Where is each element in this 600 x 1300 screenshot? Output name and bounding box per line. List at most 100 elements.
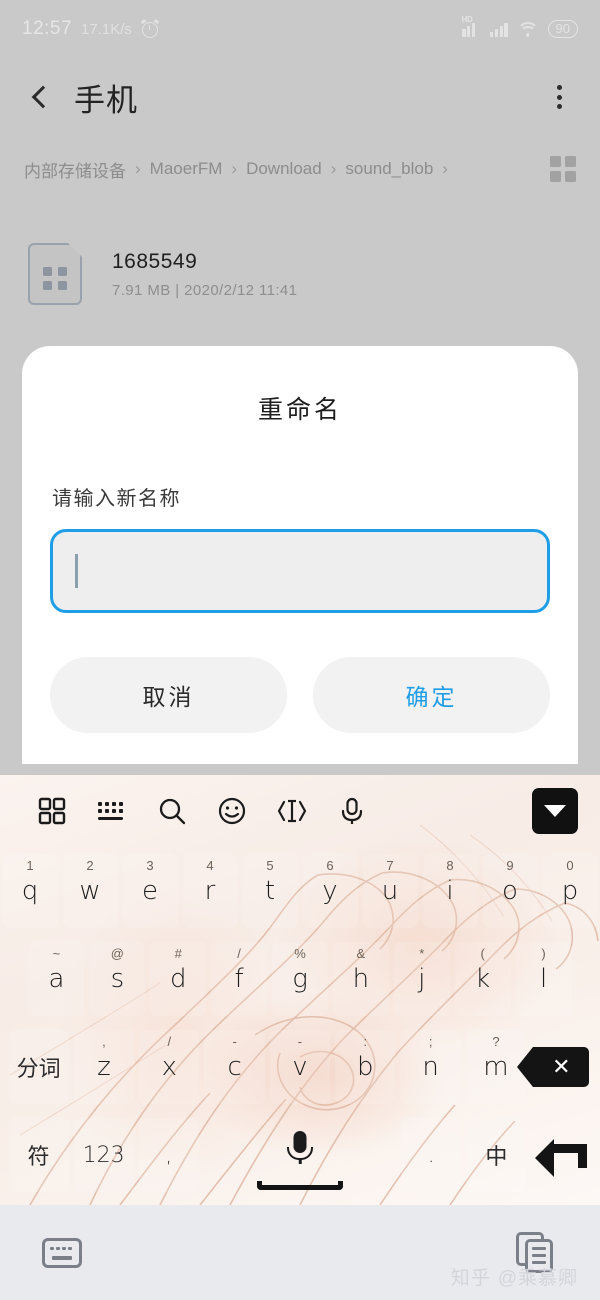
key-w[interactable]: 2w — [62, 854, 118, 928]
key-s[interactable]: @ s — [89, 942, 146, 1016]
key-label: h — [352, 964, 370, 994]
key-o[interactable]: 9o — [482, 854, 538, 928]
key-sup: 8 — [446, 858, 454, 873]
key-u[interactable]: 7u — [362, 854, 418, 928]
keyboard-row-4: 符 123 , . 中 — [0, 1111, 600, 1199]
key-j[interactable]: * j — [393, 942, 450, 1016]
key-h[interactable]: & h — [332, 942, 389, 1016]
key-comma[interactable]: , — [138, 1118, 199, 1192]
breadcrumb-segment-3[interactable]: sound_blob — [345, 159, 433, 179]
key-label: y — [322, 876, 338, 906]
key-r[interactable]: 4r — [182, 854, 238, 928]
number-key[interactable]: 123 — [73, 1118, 134, 1192]
key-label: . — [428, 1143, 435, 1167]
key-n[interactable]: ; n — [400, 1030, 461, 1104]
key-l[interactable]: ) l — [515, 942, 572, 1016]
keyboard-toggle-icon[interactable] — [42, 1237, 82, 1268]
key-sup: * — [419, 946, 425, 961]
cursor-move-icon[interactable] — [262, 786, 322, 836]
key-label: e — [142, 876, 158, 906]
dialog-actions: 取消 确定 — [50, 657, 550, 733]
key-period[interactable]: . — [401, 1118, 462, 1192]
key-label: k — [475, 964, 491, 994]
segment-word-key[interactable]: 分词 — [8, 1030, 69, 1104]
grid-view-icon[interactable] — [550, 156, 576, 182]
key-f[interactable]: / f — [211, 942, 268, 1016]
key-sup: 4 — [206, 858, 214, 873]
key-label: s — [110, 964, 125, 994]
language-toggle-key[interactable]: 中 — [466, 1118, 527, 1192]
more-vertical-icon[interactable] — [544, 82, 574, 112]
key-k[interactable]: (k — [454, 942, 511, 1016]
keyboard-row-3: 分词 ,z / x -c -v :b ; n ? m ✕ — [0, 1023, 600, 1111]
watermark-user: @乘慕卿 — [497, 1268, 578, 1289]
key-sup: : — [363, 1034, 368, 1049]
key-label: w — [79, 876, 101, 906]
key-sup: 0 — [566, 858, 574, 873]
key-p[interactable]: 0p — [542, 854, 598, 928]
confirm-button[interactable]: 确定 — [313, 657, 550, 733]
key-y[interactable]: 6y — [302, 854, 358, 928]
key-sup: - — [297, 1034, 303, 1049]
breadcrumb-separator: › — [231, 159, 238, 178]
key-sup: 2 — [86, 858, 94, 873]
status-bar-left: 12:57 17.1K/s — [22, 18, 160, 40]
watermark-site: 知乎 — [450, 1268, 491, 1289]
cancel-button[interactable]: 取消 — [50, 657, 287, 733]
dialog-label: 请输入新名称 — [52, 488, 181, 510]
key-label: z — [97, 1052, 111, 1082]
key-z[interactable]: ,z — [73, 1030, 135, 1104]
key-sup: ~ — [52, 946, 61, 961]
key-sup: / — [237, 946, 241, 961]
key-a[interactable]: ~ a — [28, 942, 85, 1016]
voice-input-icon[interactable] — [322, 786, 382, 836]
key-sup: 9 — [506, 858, 514, 873]
key-label: n — [422, 1052, 439, 1082]
key-label: q — [21, 876, 39, 906]
breadcrumb-segment-2[interactable]: Download — [246, 159, 322, 179]
key-i[interactable]: 8i — [422, 854, 478, 928]
key-t[interactable]: 5t — [242, 854, 298, 928]
collapse-keyboard-icon[interactable] — [532, 788, 578, 834]
key-label: g — [292, 964, 308, 994]
file-list-item[interactable]: 1685549 7.91 MB | 2020/2/12 11:41 — [0, 228, 600, 320]
key-label: d — [169, 964, 187, 994]
file-meta: 7.91 MB | 2020/2/12 11:41 — [112, 281, 298, 299]
key-b[interactable]: :b — [335, 1030, 396, 1104]
keyboard-icon[interactable] — [82, 786, 142, 836]
key-sup: ; — [428, 1034, 433, 1049]
space-key[interactable] — [204, 1118, 396, 1192]
key-sup: 3 — [146, 858, 154, 873]
breadcrumb-path: 内部存储设备 › MaoerFM › Download › sound_blob… — [24, 157, 457, 182]
key-sup: - — [232, 1034, 237, 1049]
key-label: l — [539, 964, 548, 994]
key-label: 符 — [27, 1145, 50, 1170]
symbol-key[interactable]: 符 — [8, 1118, 69, 1192]
key-v[interactable]: -v — [269, 1030, 331, 1104]
key-sup: , — [102, 1034, 106, 1049]
emoji-icon[interactable] — [202, 786, 262, 836]
breadcrumb: 内部存储设备 › MaoerFM › Download › sound_blob… — [0, 145, 600, 193]
key-label: t — [264, 876, 276, 906]
key-g[interactable]: % g — [272, 942, 328, 1016]
breadcrumb-segment-0[interactable]: 内部存储设备 — [24, 157, 126, 182]
panel-grid-icon[interactable] — [22, 786, 82, 836]
key-e[interactable]: 3e — [122, 854, 178, 928]
key-sup: / — [167, 1034, 172, 1049]
key-label: o — [502, 876, 518, 906]
enter-icon[interactable] — [531, 1118, 591, 1192]
breadcrumb-segment-1[interactable]: MaoerFM — [150, 159, 223, 179]
key-c[interactable]: -c — [204, 1030, 265, 1104]
key-q[interactable]: 1q — [2, 854, 58, 928]
key-x[interactable]: / x — [139, 1030, 200, 1104]
search-icon[interactable] — [142, 786, 202, 836]
key-label: a — [48, 964, 65, 994]
key-d[interactable]: # d — [150, 942, 207, 1016]
rename-input[interactable] — [50, 529, 550, 613]
backspace-icon[interactable]: ✕ — [517, 1030, 591, 1104]
space-mic-icon — [270, 1129, 330, 1181]
key-label: f — [234, 964, 244, 994]
back-chevron-icon[interactable] — [26, 84, 52, 110]
key-label: x — [161, 1052, 178, 1082]
key-sup: ( — [480, 946, 485, 961]
